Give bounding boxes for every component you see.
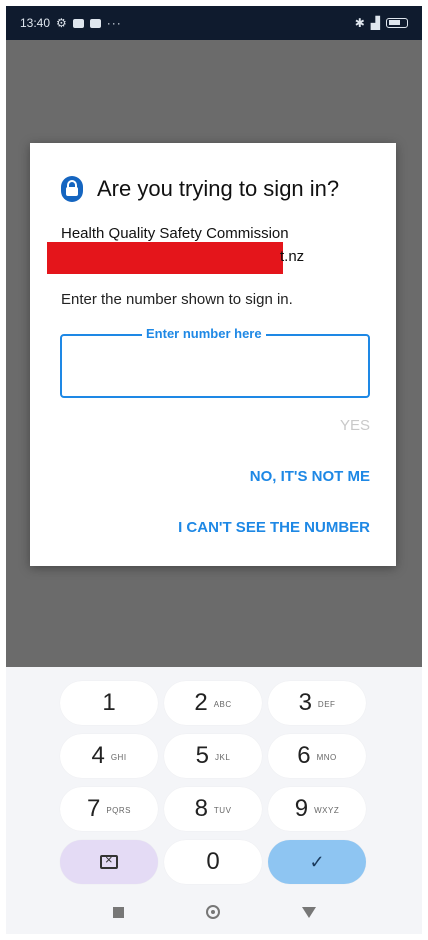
key-digit: 2: [194, 689, 208, 716]
key-digit: 0: [206, 848, 220, 875]
settings-icon: ⚙: [56, 16, 67, 30]
navigation-bar: [6, 890, 422, 934]
key-6[interactable]: 6 MNO: [268, 734, 366, 778]
signal-icon: ▟: [370, 16, 380, 30]
organization-name: Health Quality Safety Commission: [61, 225, 289, 242]
key-3[interactable]: 3 DEF: [268, 681, 366, 725]
key-digit: 8: [194, 795, 208, 822]
status-left: 13:40 ⚙ ···: [20, 16, 122, 30]
home-icon[interactable]: [205, 905, 220, 919]
key-letters: MNO: [316, 752, 337, 762]
sign-in-approval-dialog: Are you trying to sign in? Health Qualit…: [30, 143, 396, 566]
key-digit: 3: [298, 689, 312, 716]
key-7[interactable]: 7 PQRS: [60, 787, 158, 831]
yes-button[interactable]: YES: [340, 417, 370, 434]
more-notifications-icon: ···: [106, 16, 122, 30]
phone-screen: 13:40 ⚙ ··· ✱ ▟ Are you trying to sign i…: [6, 6, 422, 934]
status-time: 13:40: [20, 16, 51, 30]
numeric-keypad: 1 2 ABC 3 DEF 4 GHI 5 JKL 6 MNO 7 PQRS 8…: [6, 667, 422, 934]
not-me-button[interactable]: NO, IT'S NOT ME: [250, 468, 370, 485]
key-letters: TUV: [213, 805, 232, 815]
done-key[interactable]: ✓: [268, 840, 366, 884]
cant-see-number-button[interactable]: I CAN'T SEE THE NUMBER: [178, 519, 370, 536]
key-letters: WXYZ: [314, 805, 340, 815]
check-icon: ✓: [309, 851, 325, 872]
key-letters: ABC: [213, 699, 232, 709]
lock-icon: [61, 176, 83, 202]
backspace-icon: [100, 852, 118, 869]
key-8[interactable]: 8 TUV: [164, 787, 262, 831]
key-letters: GHI: [110, 752, 127, 762]
key-digit: 1: [102, 689, 116, 716]
bluetooth-icon: ✱: [354, 16, 365, 30]
back-icon[interactable]: [301, 906, 316, 918]
key-4[interactable]: 4 GHI: [60, 734, 158, 778]
key-2[interactable]: 2 ABC: [164, 681, 262, 725]
key-5[interactable]: 5 JKL: [164, 734, 262, 778]
key-letters: PQRS: [106, 805, 132, 815]
number-field-label: Enter number here: [142, 326, 266, 341]
key-digit: 6: [297, 742, 311, 769]
key-digit: 9: [294, 795, 309, 822]
battery-icon: [386, 18, 408, 28]
number-input[interactable]: [70, 350, 364, 386]
dialog-header: Are you trying to sign in?: [61, 176, 339, 202]
key-0[interactable]: 0: [164, 840, 262, 884]
app-notification-icon: [89, 18, 101, 28]
key-digit: 5: [195, 742, 210, 769]
number-field[interactable]: Enter number here: [60, 326, 370, 398]
key-digit: 4: [91, 742, 105, 769]
backspace-key[interactable]: [60, 840, 158, 884]
media-icon: [72, 18, 84, 28]
instruction-text: Enter the number shown to sign in.: [61, 291, 293, 308]
recent-apps-icon[interactable]: [112, 906, 124, 918]
dialog-title: Are you trying to sign in?: [97, 176, 340, 201]
email-suffix: t.nz: [280, 248, 305, 265]
key-digit: 7: [86, 795, 101, 822]
redacted-email: [47, 242, 283, 274]
status-bar: 13:40 ⚙ ··· ✱ ▟: [6, 6, 422, 40]
status-right: ✱ ▟: [355, 16, 408, 30]
key-letters: DEF: [317, 699, 336, 709]
key-letters: JKL: [215, 752, 231, 762]
key-1[interactable]: 1: [60, 681, 158, 725]
key-9[interactable]: 9 WXYZ: [268, 787, 366, 831]
